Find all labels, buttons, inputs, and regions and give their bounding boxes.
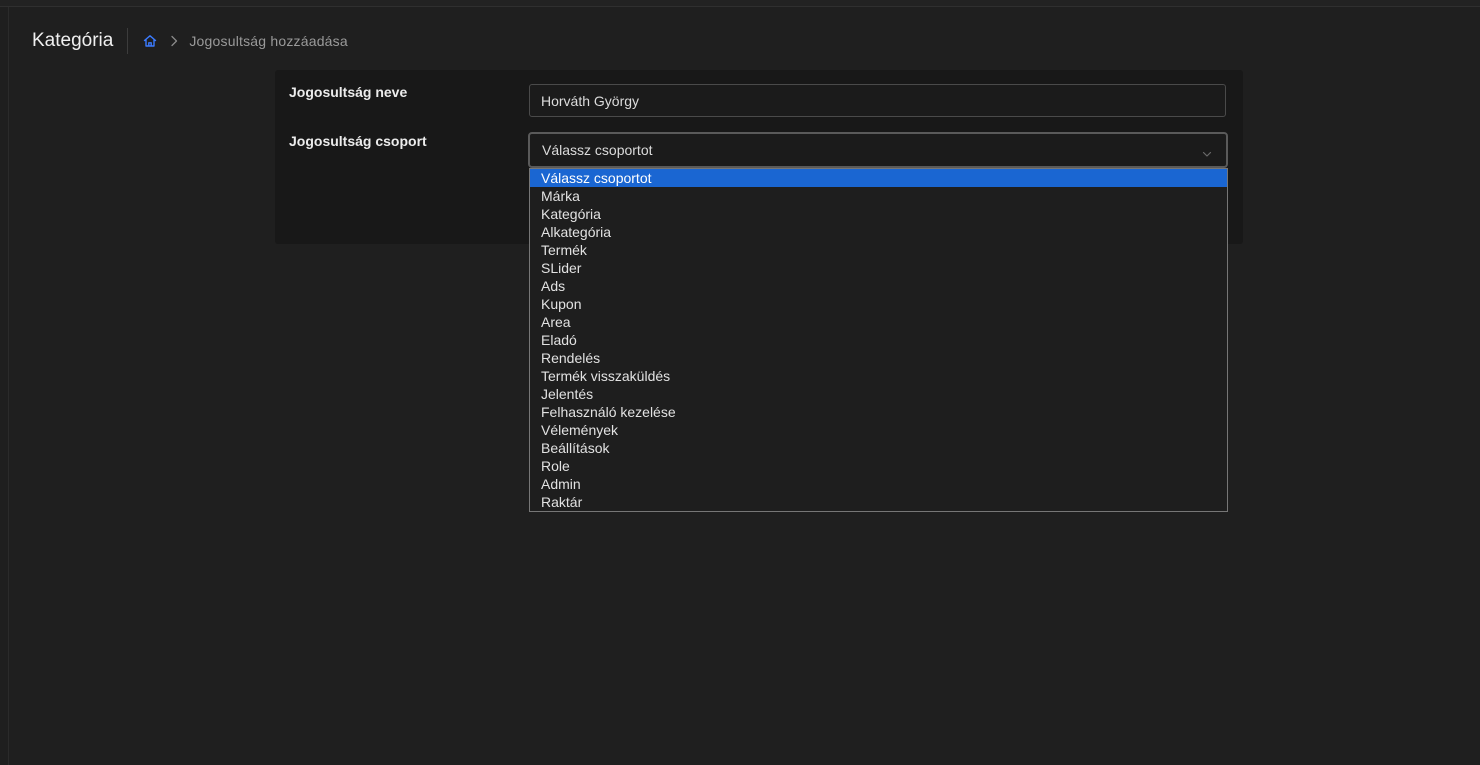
dropdown-option[interactable]: Vélemények [530, 421, 1227, 439]
name-input[interactable] [529, 84, 1226, 117]
dropdown-option[interactable]: Beállítások [530, 439, 1227, 457]
dropdown-option[interactable]: Eladó [530, 331, 1227, 349]
breadcrumb: Kategória Jogosultság hozzáadása [32, 26, 348, 56]
dropdown-option[interactable]: Alkategória [530, 223, 1227, 241]
dropdown-option[interactable]: Válassz csoportot [530, 169, 1227, 187]
group-dropdown-list: Válassz csoportot Márka Kategória Alkategór… [529, 168, 1228, 512]
sidebar-edge [8, 7, 9, 765]
dropdown-option[interactable]: Ads [530, 277, 1227, 295]
dropdown-option[interactable]: Kategória [530, 205, 1227, 223]
group-select-value: Válassz csoportot [542, 142, 653, 158]
dropdown-option[interactable]: Márka [530, 187, 1227, 205]
dropdown-option[interactable]: Area [530, 313, 1227, 331]
dropdown-option[interactable]: Rendelés [530, 349, 1227, 367]
group-label: Jogosultság csoport [289, 133, 427, 149]
dropdown-option[interactable]: Raktár [530, 493, 1227, 511]
dropdown-option[interactable]: Kupon [530, 295, 1227, 313]
page-title: Kategória [32, 30, 114, 51]
dropdown-option[interactable]: Jelentés [530, 385, 1227, 403]
chevron-down-icon [1202, 146, 1212, 157]
chevron-right-icon [168, 35, 180, 47]
dropdown-option[interactable]: SLider [530, 259, 1227, 277]
dropdown-option[interactable]: Termék [530, 241, 1227, 259]
dropdown-option[interactable]: Termék visszaküldés [530, 367, 1227, 385]
top-bar [0, 0, 1480, 7]
dropdown-option[interactable]: Felhasználó kezelése [530, 403, 1227, 421]
dropdown-option[interactable]: Role [530, 457, 1227, 475]
group-select[interactable]: Válassz csoportot [528, 132, 1228, 168]
home-icon[interactable] [142, 33, 158, 49]
breadcrumb-current: Jogosultság hozzáadása [189, 33, 348, 49]
breadcrumb-divider [127, 28, 129, 54]
dropdown-option[interactable]: Admin [530, 475, 1227, 493]
name-label: Jogosultság neve [289, 84, 408, 100]
